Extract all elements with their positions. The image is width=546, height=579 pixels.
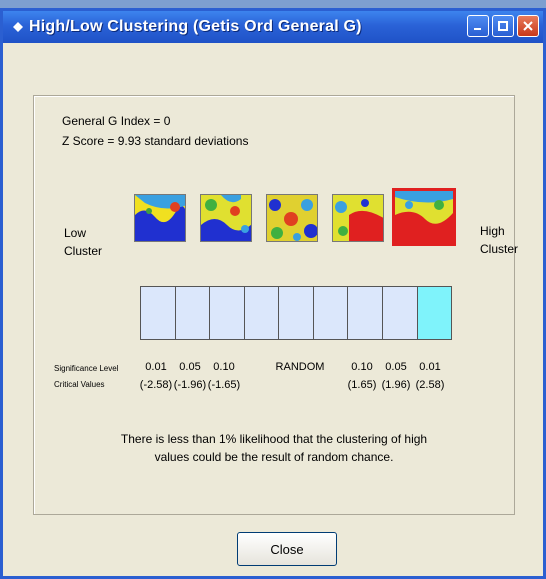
high-cluster-text: High Cluster bbox=[480, 224, 519, 256]
significance-scale bbox=[140, 286, 452, 340]
low-cluster-label: Low Cluster bbox=[64, 224, 102, 260]
sig-value: 0.10 bbox=[213, 361, 235, 373]
cluster-map-thumbnail-1 bbox=[134, 194, 186, 242]
minimize-button[interactable] bbox=[467, 15, 489, 37]
high-cluster-label: High Cluster bbox=[480, 222, 518, 258]
interpretation-message: There is less than 1% likelihood that th… bbox=[34, 430, 514, 466]
scale-cell bbox=[313, 287, 349, 339]
map-image-low-mid bbox=[201, 195, 251, 241]
close-button[interactable]: Close bbox=[237, 532, 337, 566]
title-bar[interactable]: High/Low Clustering (Getis Ord General G… bbox=[3, 11, 543, 43]
cluster-map-thumbnail-3 bbox=[266, 194, 318, 242]
cluster-map-thumbnail-2 bbox=[200, 194, 252, 242]
interpretation-text: There is less than 1% likelihood that th… bbox=[120, 432, 428, 464]
critical-values-label: Critical Values bbox=[54, 380, 105, 389]
scale-cell bbox=[348, 287, 383, 339]
close-icon bbox=[523, 21, 533, 31]
critical-value: (-1.65) bbox=[207, 379, 241, 391]
map-image-random bbox=[267, 195, 317, 241]
scale-cell bbox=[141, 287, 176, 339]
cluster-map-thumbnail-4 bbox=[332, 194, 384, 242]
sig-value-random: RANDOM bbox=[275, 361, 325, 373]
low-cluster-text: Low Cluster bbox=[64, 226, 103, 258]
scale-cell bbox=[210, 287, 245, 339]
scale-cell bbox=[382, 287, 418, 339]
z-score: Z Score = 9.93 standard deviations bbox=[62, 134, 249, 148]
app-icon bbox=[13, 22, 23, 32]
dialog-window: High/Low Clustering (Getis Ord General G… bbox=[0, 8, 546, 579]
critical-value: (2.58) bbox=[415, 379, 445, 391]
map-image-low bbox=[135, 195, 185, 241]
maximize-icon bbox=[498, 21, 508, 31]
general-g-index: General G Index = 0 bbox=[62, 114, 171, 128]
sig-value: 0.01 bbox=[419, 361, 441, 373]
cluster-map-thumbnail-5-selected bbox=[392, 188, 456, 246]
maximize-button[interactable] bbox=[492, 15, 514, 37]
close-window-button[interactable] bbox=[517, 15, 539, 37]
scale-cell-active bbox=[417, 287, 452, 339]
window-title: High/Low Clustering (Getis Ord General G… bbox=[29, 18, 362, 35]
minimize-icon bbox=[474, 28, 481, 30]
scale-cell bbox=[175, 287, 211, 339]
significance-level-label: Significance Level bbox=[54, 364, 119, 373]
map-image-high-mid bbox=[333, 195, 383, 241]
map-image-high bbox=[395, 191, 453, 243]
scale-cell bbox=[244, 287, 280, 339]
scale-cell bbox=[279, 287, 314, 339]
results-panel: General G Index = 0 Z Score = 9.93 stand… bbox=[33, 95, 518, 515]
